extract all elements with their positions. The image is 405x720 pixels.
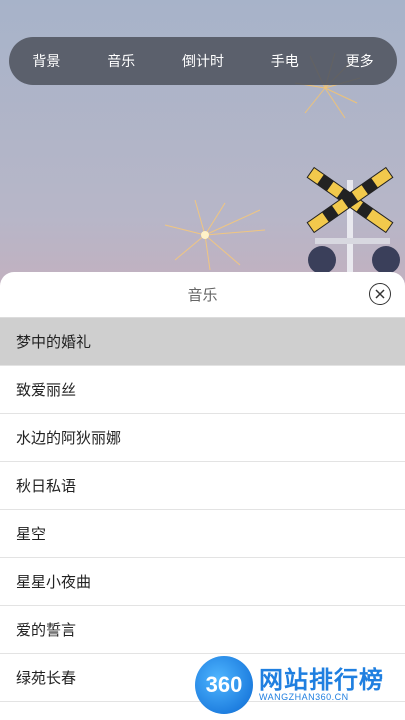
toolbar-background-button[interactable]: 背景	[24, 45, 68, 77]
top-toolbar: 背景 音乐 倒计时 手电 更多	[9, 37, 397, 85]
song-list-item[interactable]: 水边的阿狄丽娜	[0, 414, 405, 462]
sparkler-decoration	[164, 199, 266, 271]
toolbar-countdown-button[interactable]: 倒计时	[174, 45, 232, 77]
song-list-item[interactable]: 星星小夜曲	[0, 558, 405, 606]
sheet-header: 音乐	[0, 272, 405, 318]
song-list-item[interactable]: 梦中的婚礼	[0, 318, 405, 366]
song-list-item[interactable]: 星空	[0, 510, 405, 558]
watermark-logo: 360	[195, 656, 253, 714]
watermark: 360 网站排行榜 WANGZHAN360.CN	[195, 655, 405, 715]
toolbar-flashlight-button[interactable]: 手电	[263, 45, 307, 77]
watermark-subtitle: WANGZHAN360.CN	[259, 692, 349, 703]
music-sheet: 音乐 梦中的婚礼 致爱丽丝 水边的阿狄丽娜 秋日私语 星空 星星小夜曲 爱的誓言…	[0, 272, 405, 720]
sheet-title: 音乐	[187, 286, 218, 304]
song-list-item[interactable]: 爱的誓言	[0, 606, 405, 654]
song-list-item[interactable]: 秋日私语	[0, 462, 405, 510]
close-button[interactable]	[369, 283, 391, 305]
close-circle-icon	[375, 289, 385, 299]
app-screen: 背景 音乐 倒计时 手电 更多 音乐 梦中的婚礼 致爱丽丝 水边的阿狄丽娜 秋日…	[0, 0, 405, 720]
toolbar-music-button[interactable]: 音乐	[99, 45, 143, 77]
song-list: 梦中的婚礼 致爱丽丝 水边的阿狄丽娜 秋日私语 星空 星星小夜曲 爱的誓言 绿苑…	[0, 318, 405, 702]
watermark-text: 网站排行榜 WANGZHAN360.CN	[259, 665, 384, 703]
watermark-title: 网站排行榜	[259, 665, 384, 694]
toolbar-more-button[interactable]: 更多	[338, 45, 382, 77]
railroad-crossing-decoration	[306, 166, 400, 280]
song-list-item[interactable]: 致爱丽丝	[0, 366, 405, 414]
